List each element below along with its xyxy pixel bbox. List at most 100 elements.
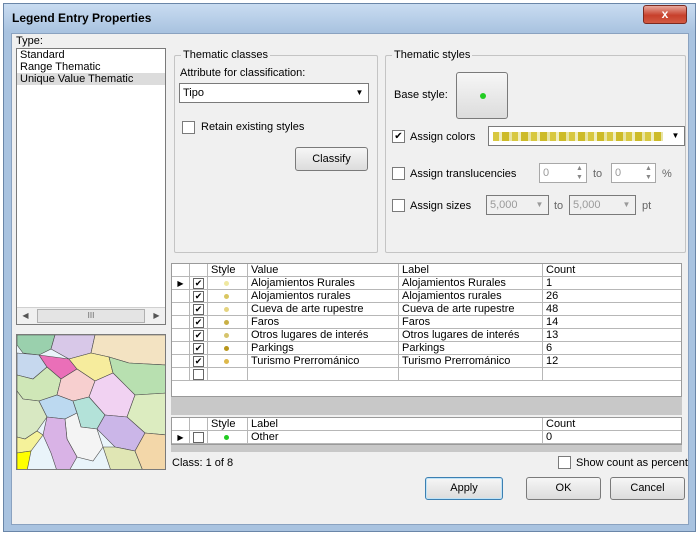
style-dot-icon xyxy=(224,359,229,364)
scroll-thumb[interactable]: III xyxy=(37,309,145,323)
header-value[interactable]: Value xyxy=(248,264,399,277)
other-row-checkbox[interactable] xyxy=(193,432,204,443)
retain-styles-checkbox[interactable] xyxy=(182,121,195,134)
style-dot-icon xyxy=(224,333,229,338)
row-checkbox[interactable]: ✔ xyxy=(193,304,204,315)
apply-button[interactable]: Apply xyxy=(425,477,503,500)
table-row[interactable]: ✔ Faros Faros 14 xyxy=(172,316,681,329)
chevron-down-icon[interactable]: ▼ xyxy=(532,197,547,213)
base-style-label: Base style: xyxy=(394,89,448,101)
table-row[interactable]: ✔ Otros lugares de interés Otros lugares d… xyxy=(172,329,681,342)
value-cell[interactable]: Otros lugares de interés xyxy=(248,329,399,342)
row-checkbox[interactable]: ✔ xyxy=(193,330,204,341)
close-button[interactable]: x xyxy=(643,5,687,24)
table-row[interactable]: ✔ Cueva de arte rupestre Cueva de arte rup… xyxy=(172,303,681,316)
scroll-right-icon[interactable]: ▶ xyxy=(148,308,165,324)
value-cell[interactable]: Parkings xyxy=(248,342,399,355)
value-cell[interactable]: Faros xyxy=(248,316,399,329)
show-count-percent-checkbox[interactable] xyxy=(558,456,571,469)
value-cell[interactable]: Alojamientos Rurales xyxy=(248,277,399,290)
style-dot-icon xyxy=(224,281,229,286)
label-cell[interactable]: Otros lugares de interés xyxy=(399,329,543,342)
row-checkbox[interactable]: ✔ xyxy=(193,278,204,289)
count-cell: 1 xyxy=(543,277,681,290)
other-label-cell[interactable]: Other xyxy=(248,431,543,444)
label-cell[interactable]: Cueva de arte rupestre xyxy=(399,303,543,316)
chevron-down-icon[interactable]: ▼ xyxy=(668,128,683,144)
label-cell[interactable]: Parkings xyxy=(399,342,543,355)
row-checkbox[interactable]: ✔ xyxy=(193,317,204,328)
translucency-from-input[interactable]: 0 ▲ ▼ xyxy=(539,163,587,183)
table-row[interactable]: ▶ Other 0 xyxy=(172,431,681,444)
row-checkbox[interactable]: ✔ xyxy=(193,291,204,302)
assign-sizes-label: Assign sizes xyxy=(410,200,472,212)
translucency-to-label: to xyxy=(593,168,603,180)
dialog-client: Type: Standard Range Thematic Unique Val… xyxy=(11,33,689,525)
chevron-down-icon[interactable]: ▼ xyxy=(619,197,634,213)
type-list-scrollbar[interactable]: ◀ III ▶ xyxy=(17,307,165,324)
thematic-classes-title: Thematic classes xyxy=(181,49,270,61)
class-status: Class: 1 of 8 xyxy=(172,457,234,469)
table-row[interactable]: ▶ ✔ Alojamientos Rurales Alojamientos Rural… xyxy=(172,277,681,290)
percent-label: % xyxy=(662,168,672,180)
scroll-left-icon[interactable]: ◀ xyxy=(17,308,34,324)
other-header-count[interactable]: Count xyxy=(543,418,681,431)
label-cell[interactable]: Alojamientos Rurales xyxy=(399,277,543,290)
type-item-range-thematic[interactable]: Range Thematic xyxy=(17,61,165,73)
other-header-label[interactable]: Label xyxy=(248,418,543,431)
title-bar[interactable]: Legend Entry Properties x xyxy=(4,4,695,32)
cancel-button[interactable]: Cancel xyxy=(610,477,685,500)
table-row[interactable]: ✔ Parkings Parkings 6 xyxy=(172,342,681,355)
attribute-value: Tipo xyxy=(183,87,204,99)
row-checkbox[interactable]: ✔ xyxy=(193,343,204,354)
assign-sizes-checkbox[interactable] xyxy=(392,199,405,212)
table-row[interactable]: ✔ Turismo Prerrománico Turismo Prerrománic… xyxy=(172,355,681,368)
type-item-unique-value-thematic[interactable]: Unique Value Thematic xyxy=(17,73,165,85)
style-dot-icon xyxy=(224,294,229,299)
translucency-from-value: 0 xyxy=(543,167,550,179)
classify-button[interactable]: Classify xyxy=(295,147,368,171)
header-style[interactable]: Style xyxy=(208,264,248,277)
type-item-standard[interactable]: Standard xyxy=(17,49,165,61)
label-cell[interactable]: Faros xyxy=(399,316,543,329)
row-current-icon xyxy=(172,316,190,329)
spinner-icon[interactable]: ▲ ▼ xyxy=(573,164,586,182)
color-ramp-select[interactable]: ▼ xyxy=(488,126,685,146)
ok-button[interactable]: OK xyxy=(526,477,601,500)
attribute-select[interactable]: Tipo ▼ xyxy=(179,83,369,103)
table-row[interactable]: ✔ Alojamientos rurales Alojamientos rurale… xyxy=(172,290,681,303)
size-to-value: 5,000 xyxy=(573,199,601,211)
header-label[interactable]: Label xyxy=(399,264,543,277)
base-style-button[interactable] xyxy=(456,72,508,119)
row-checkbox[interactable] xyxy=(193,369,204,380)
assign-colors-checkbox[interactable]: ✔ xyxy=(392,130,405,143)
size-from-select[interactable]: 5,000 ▼ xyxy=(486,195,549,215)
table-row-new[interactable] xyxy=(172,368,681,381)
size-to-label: to xyxy=(554,200,564,212)
size-to-select[interactable]: 5,000 ▼ xyxy=(569,195,636,215)
count-cell: 48 xyxy=(543,303,681,316)
label-cell[interactable]: Turismo Prerrománico xyxy=(399,355,543,368)
label-cell[interactable]: Alojamientos rurales xyxy=(399,290,543,303)
type-list[interactable]: Standard Range Thematic Unique Value The… xyxy=(16,48,166,325)
value-cell[interactable]: Cueva de arte rupestre xyxy=(248,303,399,316)
row-checkbox[interactable]: ✔ xyxy=(193,356,204,367)
value-cell[interactable]: Alojamientos rurales xyxy=(248,290,399,303)
pt-label: pt xyxy=(642,200,652,212)
count-cell: 26 xyxy=(543,290,681,303)
style-dot-icon xyxy=(224,435,229,440)
table-header: Style Label Count xyxy=(172,418,681,431)
translucency-to-input[interactable]: 0 ▲ ▼ xyxy=(611,163,656,183)
map-preview-image xyxy=(16,334,166,470)
other-header-style[interactable]: Style xyxy=(208,418,248,431)
other-table[interactable]: Style Label Count ▶ Other 0 xyxy=(171,417,682,445)
count-cell: 13 xyxy=(543,329,681,342)
value-cell[interactable]: Turismo Prerrománico xyxy=(248,355,399,368)
color-ramp-preview xyxy=(493,132,663,141)
assign-translucencies-checkbox[interactable] xyxy=(392,167,405,180)
classes-table[interactable]: Style Value Label Count ▶ ✔ Alojamientos R… xyxy=(171,263,682,397)
spinner-icon[interactable]: ▲ ▼ xyxy=(642,164,655,182)
row-current-icon xyxy=(172,329,190,342)
header-count[interactable]: Count xyxy=(543,264,681,277)
chevron-down-icon[interactable]: ▼ xyxy=(352,85,367,101)
